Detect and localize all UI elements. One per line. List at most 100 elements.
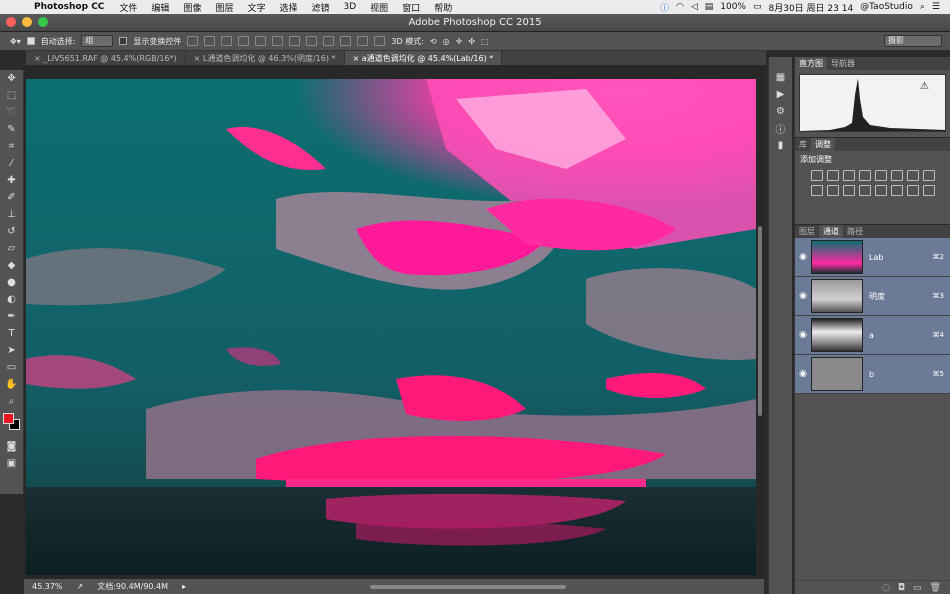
type-tool-icon[interactable]: T (0, 325, 23, 342)
tab-layers[interactable]: 图层 (795, 225, 819, 238)
healing-brush-tool-icon[interactable]: ✚ (0, 172, 23, 189)
align-vcenter-icon[interactable] (204, 36, 216, 46)
marquee-tool-icon[interactable]: ⬚ (0, 87, 23, 104)
menu-help[interactable]: 帮助 (434, 1, 452, 14)
search-icon[interactable]: ⌕ (920, 2, 925, 12)
path-select-tool-icon[interactable]: ➤ (0, 342, 23, 359)
status-menu-arrow-icon[interactable]: ▸ (182, 582, 186, 591)
menu-3d[interactable]: 3D (344, 2, 357, 12)
paint-bucket-tool-icon[interactable]: ◆ (0, 257, 23, 274)
list-icon[interactable]: ☰ (932, 2, 940, 12)
properties-panel-icon[interactable]: ⚙ (769, 103, 792, 120)
dodge-tool-icon[interactable]: ◐ (0, 291, 23, 308)
clone-stamp-tool-icon[interactable]: ⊥ (0, 206, 23, 223)
orbit-3d-icon[interactable]: ⟲ (430, 37, 437, 46)
distribute-left-icon[interactable] (340, 36, 352, 46)
eye-icon[interactable]: ◉ (795, 369, 811, 379)
align-right-icon[interactable] (272, 36, 284, 46)
distribute-vcenter-icon[interactable] (306, 36, 318, 46)
share-icon[interactable]: ↗ (77, 582, 84, 591)
crop-tool-icon[interactable]: ⌗ (0, 138, 23, 155)
save-selection-icon[interactable]: ◘ (898, 583, 905, 593)
align-bottom-icon[interactable] (221, 36, 233, 46)
menu-image[interactable]: 图像 (183, 1, 201, 14)
posterize-icon[interactable] (874, 185, 887, 196)
zoom-tool-icon[interactable]: ⌕ (0, 393, 23, 410)
move-tool-preset-icon[interactable]: ✥▾ (10, 37, 21, 46)
hand-tool-icon[interactable]: ✋ (0, 376, 23, 393)
user-name[interactable]: @TaoStudio (860, 2, 913, 12)
menu-file[interactable]: 文件 (119, 1, 137, 14)
channel-row-a[interactable]: ◉ a ⌘4 (795, 316, 950, 355)
scale-3d-icon[interactable]: ⬚ (481, 37, 489, 46)
foreground-color-swatch[interactable] (3, 413, 14, 424)
tab-paths[interactable]: 路径 (843, 225, 867, 238)
rectangle-tool-icon[interactable]: ▭ (0, 359, 23, 376)
menu-layer[interactable]: 图层 (215, 1, 233, 14)
tab-liv5651[interactable]: × _LIV5651.RAF @ 45.4%(RGB/16*) (26, 51, 186, 65)
menu-type[interactable]: 文字 (247, 1, 265, 14)
brightness-icon[interactable] (810, 170, 823, 181)
tab-histogram[interactable]: 直方图 (795, 57, 827, 70)
info-panel-icon[interactable]: ⓘ (769, 120, 792, 137)
actions-play-icon[interactable]: ▶ (769, 86, 792, 103)
eye-icon[interactable]: ◉ (795, 291, 811, 301)
load-selection-icon[interactable]: ◌ (882, 583, 890, 593)
tab-a-channel[interactable]: × a通道色调均化 @ 45.4%(Lab/16) * (344, 51, 503, 65)
tab-navigator[interactable]: 导航器 (827, 57, 859, 70)
curves-icon[interactable] (842, 170, 855, 181)
color-lookup-icon[interactable] (842, 185, 855, 196)
wifi-icon[interactable]: ◠ (676, 2, 684, 12)
minimize-window-button[interactable] (22, 17, 32, 27)
quick-select-tool-icon[interactable]: ✎ (0, 121, 23, 138)
horizontal-scrollbar[interactable] (370, 584, 567, 589)
zoom-window-button[interactable] (38, 17, 48, 27)
pen-tool-icon[interactable]: ✒ (0, 308, 23, 325)
roll-3d-icon[interactable]: ◎ (443, 37, 450, 46)
flag-icon[interactable]: ▤ (705, 2, 714, 12)
selective-color-icon[interactable] (922, 185, 935, 196)
battery-icon[interactable]: ▭ (753, 2, 762, 12)
channel-mixer-icon[interactable] (826, 185, 839, 196)
zoom-level[interactable]: 45.37% (32, 582, 63, 591)
app-menu[interactable]: Photoshop CC (34, 2, 104, 12)
vibrance-icon[interactable] (874, 170, 887, 181)
menu-edit[interactable]: 编辑 (151, 1, 169, 14)
channel-row-lab[interactable]: ◉ Lab ⌘2 (795, 238, 950, 277)
gradient-map-icon[interactable] (906, 185, 919, 196)
image-canvas[interactable] (26, 79, 756, 575)
menu-window[interactable]: 窗口 (402, 1, 420, 14)
volume-icon[interactable]: ◁ (691, 2, 698, 12)
levels-icon[interactable] (826, 170, 839, 181)
channel-row-b[interactable]: ◉ b ⌘5 (795, 355, 950, 394)
brush-tool-icon[interactable]: ✐ (0, 189, 23, 206)
show-transform-checkbox[interactable] (119, 37, 128, 45)
new-channel-icon[interactable]: ▭ (913, 583, 922, 593)
screen-mode-icon[interactable]: ▣ (0, 455, 23, 472)
black-white-icon[interactable] (922, 170, 935, 181)
vertical-scrollbar[interactable] (758, 226, 762, 416)
histogram-panel-icon[interactable]: ▦ (769, 69, 792, 86)
menu-filter[interactable]: 滤镜 (312, 1, 330, 14)
eye-icon[interactable]: ◉ (795, 252, 811, 262)
info-icon[interactable]: ⓘ (660, 1, 669, 14)
lasso-tool-icon[interactable]: ➰ (0, 104, 23, 121)
photo-filter-icon[interactable] (810, 185, 823, 196)
distribute-top-icon[interactable] (289, 36, 301, 46)
tab-adjustments[interactable]: 调整 (811, 138, 835, 151)
align-left-icon[interactable] (238, 36, 250, 46)
auto-select-checkbox[interactable] (26, 37, 35, 45)
tab-libraries[interactable]: 库 (795, 138, 811, 151)
blur-tool-icon[interactable]: ● (0, 274, 23, 291)
close-window-button[interactable] (6, 17, 16, 27)
quick-mask-icon[interactable]: ◙ (0, 438, 23, 455)
drag-3d-icon[interactable]: ✛ (456, 37, 463, 46)
color-balance-icon[interactable] (906, 170, 919, 181)
distribute-bottom-icon[interactable] (323, 36, 335, 46)
clock[interactable]: 8月30日 周日 23 14 (769, 1, 854, 14)
workspace-dropdown[interactable]: 摄影 (884, 35, 942, 47)
channel-row-lightness[interactable]: ◉ 明度 ⌘3 (795, 277, 950, 316)
brush-panel-icon[interactable]: ▮ (769, 137, 792, 154)
tab-l-channel[interactable]: × L通道色调均化 @ 46.3%(明度/16) * (186, 51, 345, 65)
move-tool-icon[interactable]: ✥ (0, 70, 23, 87)
